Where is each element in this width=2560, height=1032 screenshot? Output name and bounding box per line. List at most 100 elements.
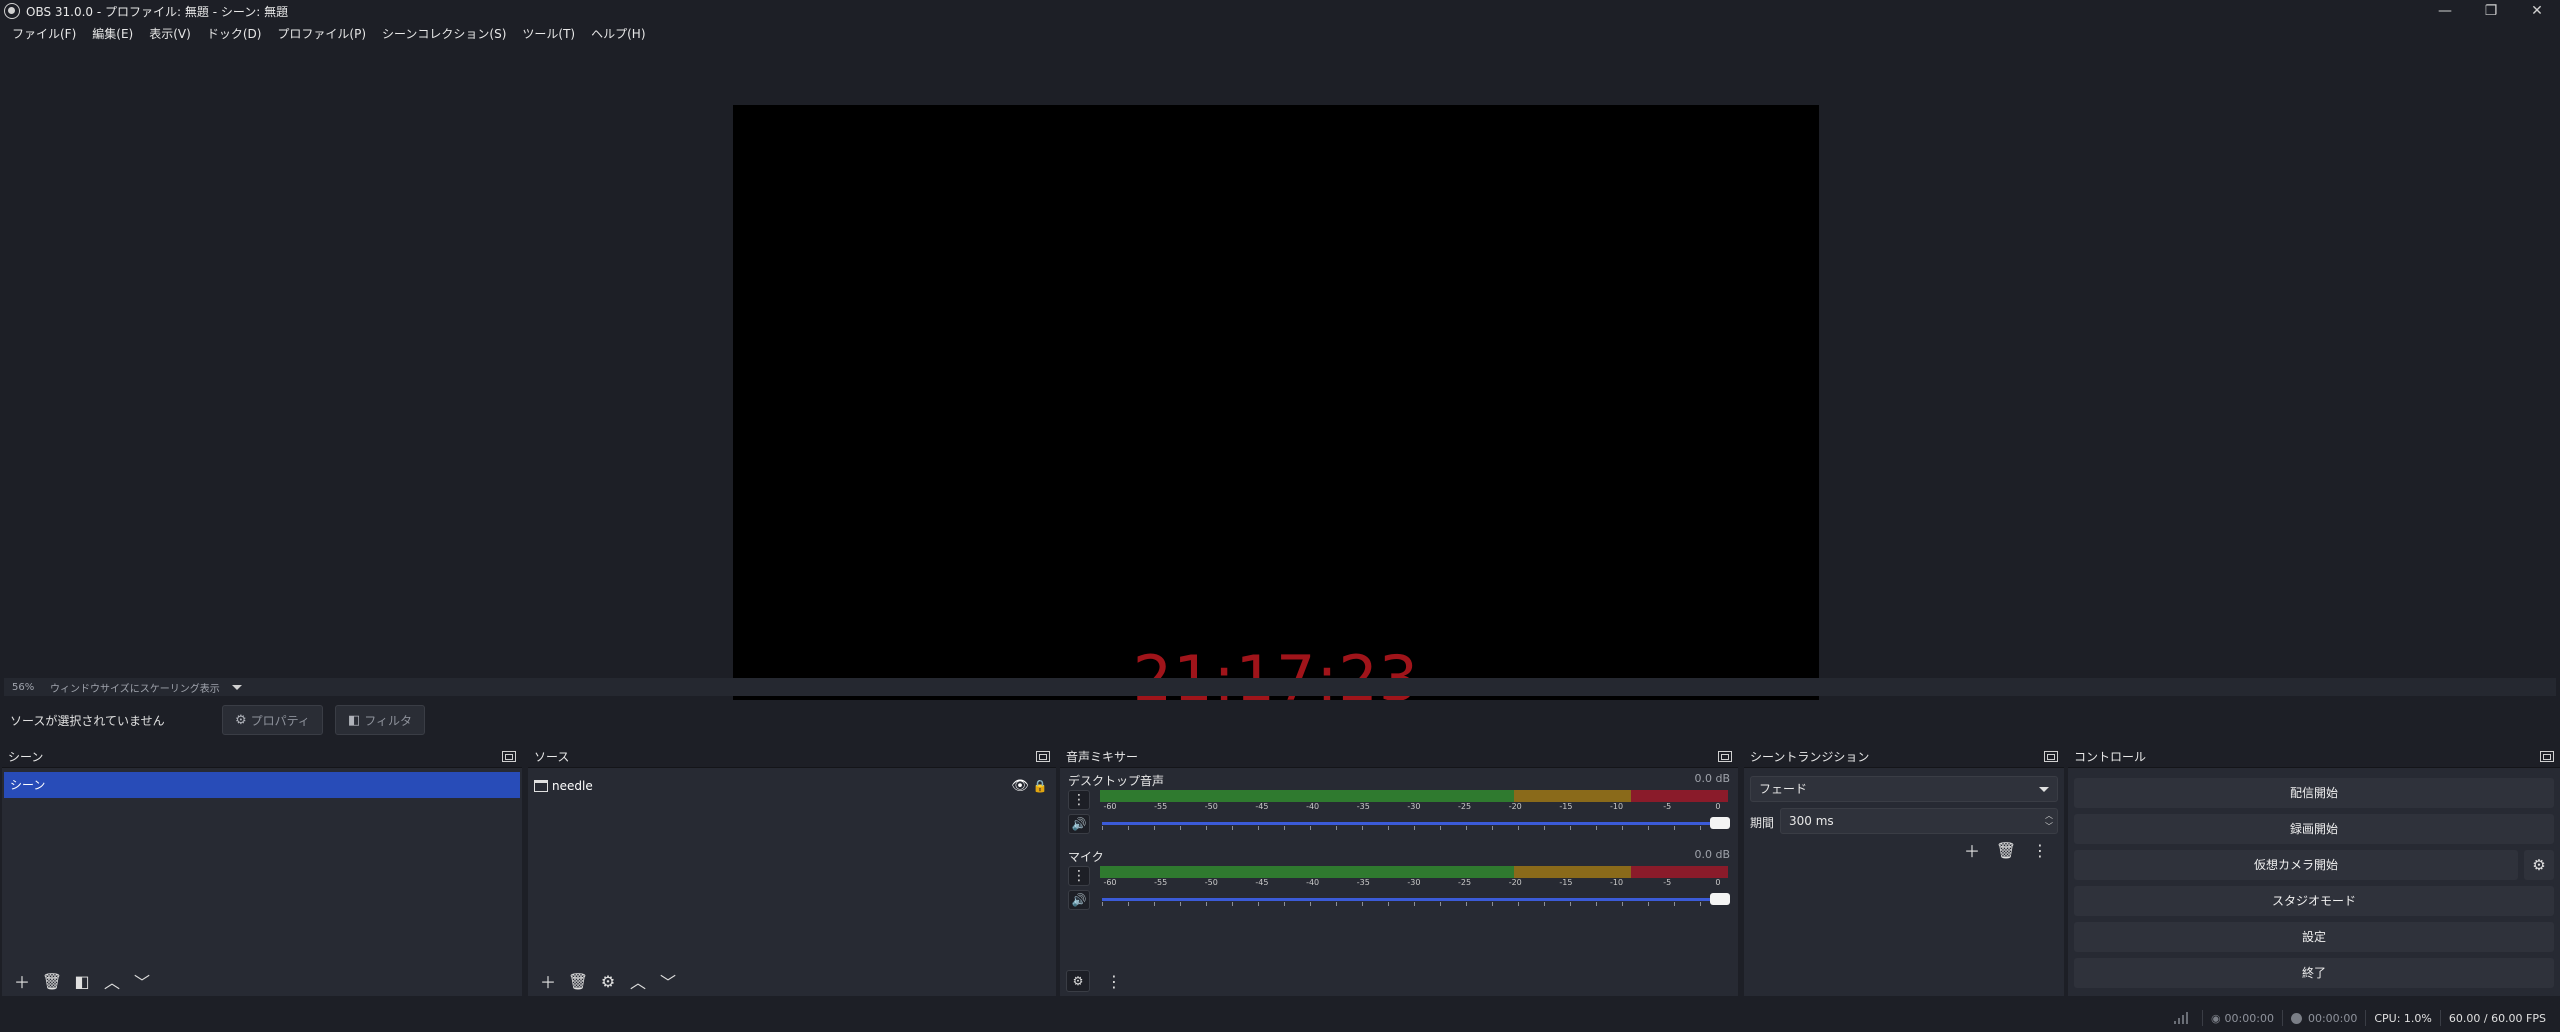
- volume-meter: [1100, 790, 1728, 802]
- spinner-arrows-icon[interactable]: ︿ ﹀: [2045, 810, 2053, 832]
- menu-tools[interactable]: ツール(T): [514, 22, 583, 46]
- meter-tick: -20: [1508, 802, 1522, 811]
- scenes-dock-title: シーン: [8, 750, 44, 764]
- fps-readout: 60.00 / 60.00 FPS: [2448, 1011, 2546, 1025]
- channel-menu-button[interactable]: ⋮: [1068, 790, 1090, 810]
- undock-icon[interactable]: [1036, 751, 1050, 762]
- menu-profile[interactable]: プロファイル(P): [269, 22, 374, 46]
- settings-button[interactable]: 設定: [2074, 922, 2554, 952]
- meter-tick: -30: [1407, 802, 1421, 811]
- scene-list-item[interactable]: シーン: [4, 772, 520, 798]
- channel-db: 0.0 dB: [1694, 848, 1730, 861]
- visibility-eye-icon[interactable]: 👁: [1010, 778, 1030, 794]
- record-status-icon: [2290, 1012, 2302, 1024]
- maximize-button[interactable]: ❐: [2468, 0, 2514, 22]
- minimize-button[interactable]: —: [2422, 0, 2468, 22]
- kebab-menu-icon: ⋮: [2032, 840, 2048, 860]
- add-source-button[interactable]: ＋: [534, 969, 562, 993]
- meter-tick: -55: [1154, 878, 1168, 887]
- audio-mixer-dock-title: 音声ミキサー: [1066, 750, 1139, 764]
- source-list-item[interactable]: needle 👁 🔒: [534, 774, 1050, 798]
- start-streaming-button[interactable]: 配信開始: [2074, 778, 2554, 808]
- scene-transitions-dock-title: シーントランジション: [1750, 750, 1870, 764]
- chevron-up-icon: ︿: [103, 973, 120, 992]
- mute-button[interactable]: 🔊: [1068, 814, 1090, 834]
- add-scene-button[interactable]: ＋: [8, 969, 36, 993]
- meter-tick-labels: -60 -55 -50 -45 -40 -35 -30 -25 -20 -15 …: [1100, 878, 1728, 888]
- undock-icon[interactable]: [1718, 751, 1732, 762]
- preview-scrollbar[interactable]: [2538, 48, 2556, 678]
- sources-toolbar: ＋ 🗑 ⚙ ︿ ﹀: [528, 966, 1056, 996]
- undock-icon[interactable]: [2044, 751, 2058, 762]
- move-scene-up-button[interactable]: ︿: [98, 969, 126, 993]
- volume-fader-track[interactable]: [1102, 822, 1726, 825]
- menu-docks[interactable]: ドック(D): [199, 22, 270, 46]
- mixer-menu-button[interactable]: ⋮: [1100, 969, 1128, 993]
- volume-fader-handle[interactable]: [1710, 893, 1730, 905]
- channel-menu-button[interactable]: ⋮: [1068, 866, 1090, 886]
- kebab-menu-icon: ⋮: [1072, 792, 1086, 808]
- move-source-up-button[interactable]: ︿: [624, 969, 652, 993]
- gear-icon: ⚙: [235, 712, 247, 728]
- mixer-channel-mic: マイク 0.0 dB ⋮ -60 -55 -50 -45 -40 -35 -30…: [1066, 848, 1732, 924]
- properties-button[interactable]: ⚙ プロパティ: [222, 705, 323, 735]
- meter-tick: -10: [1610, 802, 1624, 811]
- move-source-down-button[interactable]: ﹀: [654, 969, 682, 993]
- advanced-audio-button[interactable]: ⚙: [1066, 970, 1090, 992]
- transition-select[interactable]: フェード: [1750, 776, 2058, 802]
- window-capture-icon: [534, 780, 548, 792]
- start-virtual-camera-button[interactable]: 仮想カメラ開始: [2074, 850, 2518, 880]
- filters-label: フィルタ: [364, 713, 412, 728]
- preview-area[interactable]: 21:17:23: [4, 48, 2538, 715]
- lock-icon[interactable]: 🔒: [1030, 779, 1050, 793]
- remove-source-button[interactable]: 🗑: [564, 969, 592, 993]
- remove-transition-button[interactable]: 🗑: [1992, 838, 2020, 862]
- scale-mode-dropdown-icon[interactable]: [231, 684, 242, 690]
- menu-scene-collection[interactable]: シーンコレクション(S): [374, 22, 514, 46]
- menu-edit[interactable]: 編集(E): [84, 22, 141, 46]
- sources-dock-title: ソース: [534, 750, 570, 764]
- scale-mode-label[interactable]: ウィンドウサイズにスケーリング表示: [50, 680, 220, 695]
- menu-bar: ファイル(F) 編集(E) 表示(V) ドック(D) プロファイル(P) シーン…: [0, 22, 2560, 46]
- source-properties-button[interactable]: ⚙: [594, 969, 622, 993]
- close-button[interactable]: ✕: [2514, 0, 2560, 22]
- meter-tick: -25: [1458, 878, 1472, 887]
- preview-canvas[interactable]: 21:17:23: [733, 105, 1819, 715]
- transition-toolbar: ＋ 🗑 ⋮: [1954, 838, 2056, 862]
- undock-icon[interactable]: [2540, 751, 2554, 762]
- volume-fader-track[interactable]: [1102, 898, 1726, 901]
- source-name: needle: [552, 779, 593, 793]
- mute-button[interactable]: 🔊: [1068, 890, 1090, 910]
- menu-help[interactable]: ヘルプ(H): [583, 22, 653, 46]
- virtual-camera-settings-button[interactable]: ⚙: [2524, 850, 2554, 880]
- meter-tick: -15: [1559, 878, 1573, 887]
- scene-filters-button[interactable]: ◧: [68, 969, 96, 993]
- exit-button[interactable]: 終了: [2074, 958, 2554, 988]
- meter-tick: -5: [1663, 802, 1672, 811]
- network-signal-icon: [2173, 1012, 2190, 1024]
- menu-view[interactable]: 表示(V): [141, 22, 199, 46]
- add-transition-button[interactable]: ＋: [1958, 838, 1986, 862]
- move-scene-down-button[interactable]: ﹀: [128, 969, 156, 993]
- no-source-selected-text: ソースが選択されていません: [10, 713, 165, 728]
- meter-tick: -35: [1356, 878, 1370, 887]
- scenes-toolbar: ＋ 🗑 ◧ ︿ ﹀: [2, 966, 522, 996]
- start-recording-button[interactable]: 録画開始: [2074, 814, 2554, 844]
- menu-file[interactable]: ファイル(F): [4, 22, 84, 46]
- meter-tick: -35: [1356, 802, 1370, 811]
- transition-menu-button[interactable]: ⋮: [2026, 838, 2054, 862]
- chevron-up-icon: ︿: [629, 973, 646, 992]
- remove-scene-button[interactable]: 🗑: [38, 969, 66, 993]
- undock-icon[interactable]: [502, 751, 516, 762]
- trash-icon: 🗑: [567, 971, 589, 991]
- controls-dock-title: コントロール: [2074, 750, 2147, 764]
- sources-list: needle 👁 🔒: [528, 770, 1056, 966]
- volume-fader-handle[interactable]: [1710, 817, 1730, 829]
- meter-tick: -10: [1610, 878, 1624, 887]
- studio-mode-button[interactable]: スタジオモード: [2074, 886, 2554, 916]
- filters-button[interactable]: ◧ フィルタ: [334, 705, 425, 735]
- meter-tick: -20: [1508, 878, 1522, 887]
- preview-scale-bar: 56% ウィンドウサイズにスケーリング表示: [4, 678, 2556, 696]
- meter-tick: -40: [1306, 878, 1320, 887]
- duration-input[interactable]: 300 ms ︿ ﹀: [1780, 808, 2058, 834]
